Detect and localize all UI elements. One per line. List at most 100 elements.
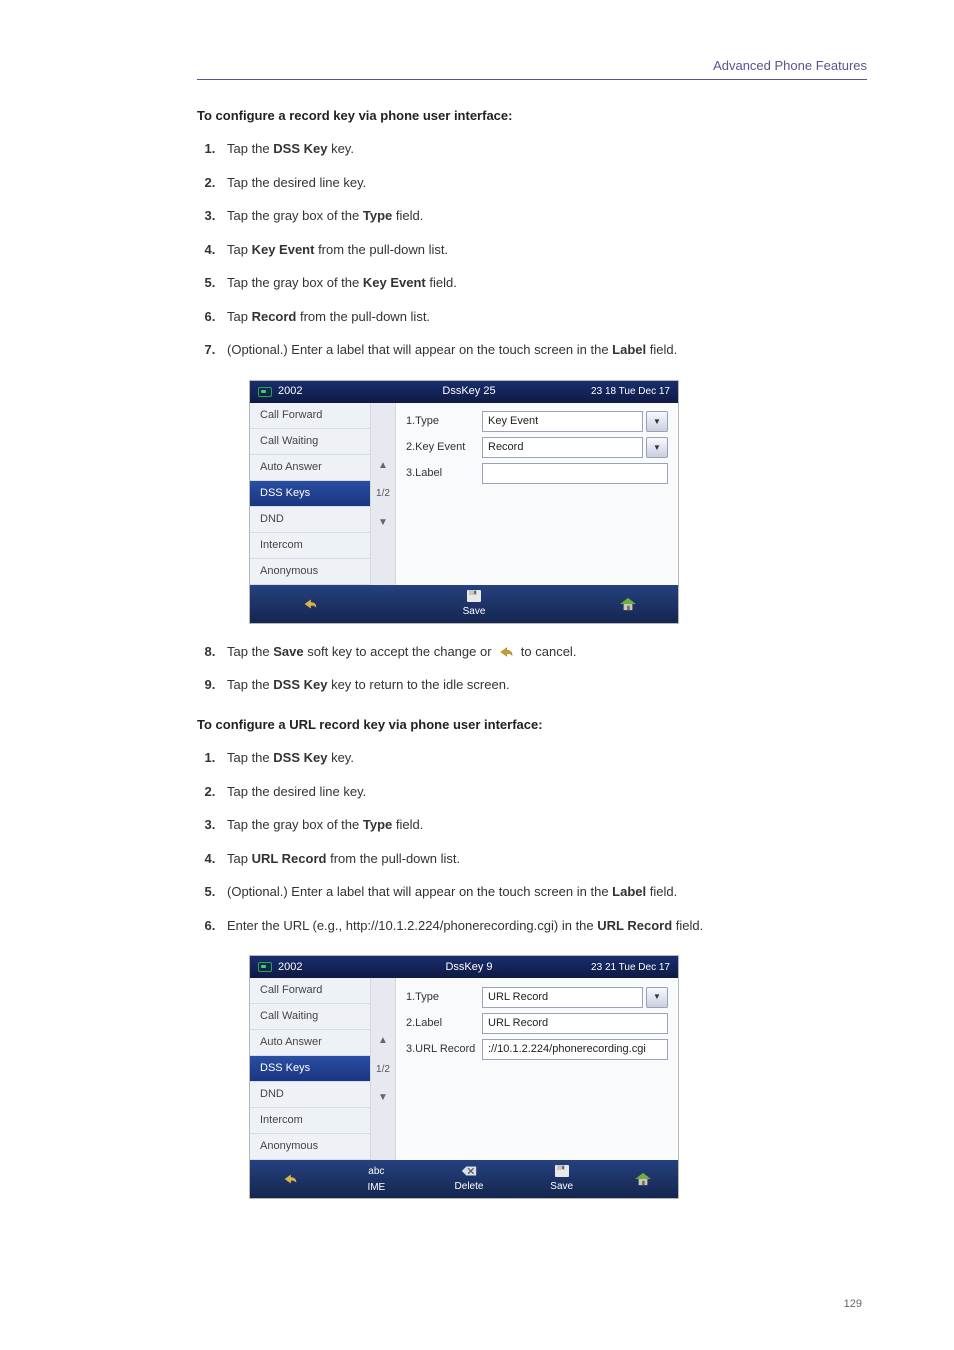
save-softkey-label: Save (463, 604, 486, 619)
pager: ▲ 1/2 ▼ (370, 403, 396, 585)
home-softkey[interactable] (608, 1160, 678, 1198)
account-indicator: 2002 (258, 383, 378, 400)
save-softkey[interactable]: Save (370, 585, 578, 623)
ime-softkey-label: abc (368, 1164, 384, 1179)
delete-softkey[interactable]: Delete (423, 1160, 516, 1198)
step: Tap the desired line key. (219, 173, 867, 193)
menu-item-call-forward[interactable]: Call Forward (250, 978, 370, 1004)
section-title: To configure a URL record key via phone … (197, 715, 867, 735)
field-label: 1.Type (406, 413, 482, 430)
home-softkey[interactable] (578, 585, 678, 623)
ime-softkey-sublabel: IME (367, 1180, 385, 1195)
menu-item-dnd[interactable]: DND (250, 1082, 370, 1108)
page-up-button[interactable]: ▲ (378, 403, 388, 483)
menu-item-intercom[interactable]: Intercom (250, 1108, 370, 1134)
back-icon (498, 645, 514, 659)
screen-title: DssKey 9 (378, 959, 560, 976)
form-row-type: 1.Type URL Record ▼ (406, 984, 668, 1010)
menu-item-auto-answer[interactable]: Auto Answer (250, 455, 370, 481)
ime-softkey[interactable]: abc IME (330, 1160, 423, 1198)
page-down-button[interactable]: ▼ (378, 505, 388, 585)
softkey-bar: Save (250, 585, 678, 623)
page-up-button[interactable]: ▲ (378, 978, 388, 1058)
step: Tap Record from the pull-down list. (219, 307, 867, 327)
dropdown-icon[interactable]: ▼ (646, 411, 668, 432)
back-softkey[interactable] (250, 585, 370, 623)
field-label: 3.Label (406, 465, 482, 482)
side-menu: Call Forward Call Waiting Auto Answer DS… (250, 403, 370, 585)
form-row-label: 3.Label (406, 461, 668, 487)
page-indicator: 1/2 (376, 483, 390, 505)
step: Tap the desired line key. (219, 782, 867, 802)
menu-item-auto-answer[interactable]: Auto Answer (250, 1030, 370, 1056)
menu-item-dss-keys[interactable]: DSS Keys (250, 1056, 370, 1082)
section-header: Advanced Phone Features (197, 56, 867, 80)
form-row-url-record: 3.URL Record ://10.1.2.224/phonerecordin… (406, 1036, 668, 1062)
menu-item-call-forward[interactable]: Call Forward (250, 403, 370, 429)
phone-screenshot-1: 2002 DssKey 25 23 18 Tue Dec 17 Call For… (249, 380, 679, 624)
dropdown-icon[interactable]: ▼ (646, 987, 668, 1008)
type-field[interactable]: URL Record (482, 987, 643, 1008)
home-icon (634, 1172, 652, 1186)
key-event-field[interactable]: Record (482, 437, 643, 458)
save-softkey[interactable]: Save (515, 1160, 608, 1198)
step: Tap the DSS Key key to return to the idl… (219, 675, 867, 695)
back-softkey[interactable] (250, 1160, 330, 1198)
step: (Optional.) Enter a label that will appe… (219, 340, 867, 360)
url-record-input[interactable]: ://10.1.2.224/phonerecording.cgi (482, 1039, 668, 1060)
account-indicator: 2002 (258, 959, 378, 976)
menu-item-dnd[interactable]: DND (250, 507, 370, 533)
steps-list-2: Tap the DSS Key key. Tap the desired lin… (197, 748, 867, 935)
menu-item-dss-keys[interactable]: DSS Keys (250, 481, 370, 507)
side-menu: Call Forward Call Waiting Auto Answer DS… (250, 978, 370, 1160)
account-number: 2002 (278, 959, 302, 976)
pager: ▲ 1/2 ▼ (370, 978, 396, 1160)
screen-title: DssKey 25 (378, 383, 560, 400)
step: Enter the URL (e.g., http://10.1.2.224/p… (219, 916, 867, 936)
step: Tap URL Record from the pull-down list. (219, 849, 867, 869)
menu-item-anonymous[interactable]: Anonymous (250, 1134, 370, 1160)
form-row-type: 1.Type Key Event ▼ (406, 409, 668, 435)
field-label: 3.URL Record (406, 1041, 482, 1058)
form-row-key-event: 2.Key Event Record ▼ (406, 435, 668, 461)
step: Tap the gray box of the Type field. (219, 815, 867, 835)
step: Tap the Save soft key to accept the chan… (219, 642, 867, 662)
settings-form: 1.Type URL Record ▼ 2.Label URL Record 3… (396, 978, 678, 1160)
field-label: 1.Type (406, 989, 482, 1006)
page-indicator: 1/2 (376, 1058, 390, 1080)
settings-form: 1.Type Key Event ▼ 2.Key Event Record ▼ … (396, 403, 678, 585)
steps-list-1b: Tap the Save soft key to accept the chan… (197, 642, 867, 695)
delete-softkey-label: Delete (455, 1179, 484, 1194)
menu-item-call-waiting[interactable]: Call Waiting (250, 1004, 370, 1030)
dropdown-icon[interactable]: ▼ (646, 437, 668, 458)
clock: 23 21 Tue Dec 17 (560, 960, 670, 975)
field-label: 2.Key Event (406, 439, 482, 456)
step: Tap the gray box of the Type field. (219, 206, 867, 226)
menu-item-anonymous[interactable]: Anonymous (250, 559, 370, 585)
phone-screenshot-2: 2002 DssKey 9 23 21 Tue Dec 17 Call Forw… (249, 955, 679, 1199)
step: Tap the DSS Key key. (219, 139, 867, 159)
label-input[interactable]: URL Record (482, 1013, 668, 1034)
step: Tap the gray box of the Key Event field. (219, 273, 867, 293)
line-status-icon (258, 387, 272, 397)
clock: 23 18 Tue Dec 17 (560, 384, 670, 399)
steps-list-1: Tap the DSS Key key. Tap the desired lin… (197, 139, 867, 360)
step: (Optional.) Enter a label that will appe… (219, 882, 867, 902)
softkey-bar: abc IME Delete Save (250, 1160, 678, 1198)
account-number: 2002 (278, 383, 302, 400)
step: Tap Key Event from the pull-down list. (219, 240, 867, 260)
type-field[interactable]: Key Event (482, 411, 643, 432)
field-label: 2.Label (406, 1015, 482, 1032)
label-input[interactable] (482, 463, 668, 484)
save-icon (553, 1164, 571, 1178)
delete-icon (460, 1164, 478, 1178)
home-icon (619, 597, 637, 611)
line-status-icon (258, 962, 272, 972)
phone-status-bar: 2002 DssKey 9 23 21 Tue Dec 17 (250, 956, 678, 978)
save-softkey-label: Save (550, 1179, 573, 1194)
section-title: To configure a record key via phone user… (197, 106, 867, 126)
step: Tap the DSS Key key. (219, 748, 867, 768)
menu-item-call-waiting[interactable]: Call Waiting (250, 429, 370, 455)
page-down-button[interactable]: ▼ (378, 1080, 388, 1160)
menu-item-intercom[interactable]: Intercom (250, 533, 370, 559)
